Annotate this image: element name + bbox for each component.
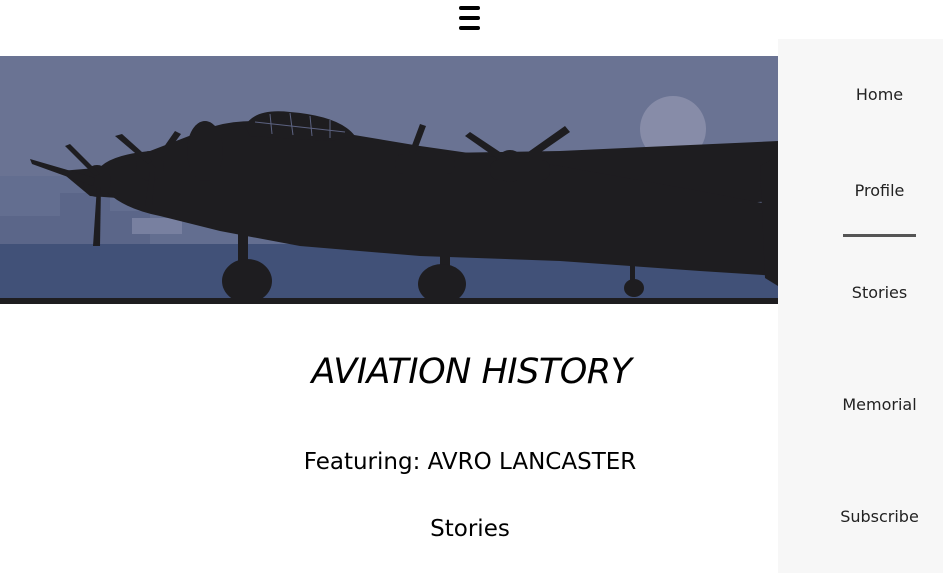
nav-item-subscribe[interactable]: Subscribe (778, 507, 943, 526)
hero-banner-image (0, 56, 778, 304)
menu-bar-top (459, 6, 480, 10)
nav-item-stories[interactable]: Stories (778, 283, 943, 302)
menu-bar-middle (459, 16, 480, 20)
hamburger-menu-icon[interactable] (459, 4, 481, 32)
active-nav-indicator (843, 234, 916, 237)
menu-bar-bottom (459, 26, 480, 30)
side-navigation: Home Profile Stories Memorial Subscribe (778, 39, 943, 573)
page: AVIATION HISTORY Featuring: AVRO LANCAST… (0, 0, 943, 585)
nav-item-memorial[interactable]: Memorial (778, 395, 943, 414)
nav-item-profile[interactable]: Profile (778, 181, 943, 200)
nav-item-home[interactable]: Home (778, 85, 943, 104)
